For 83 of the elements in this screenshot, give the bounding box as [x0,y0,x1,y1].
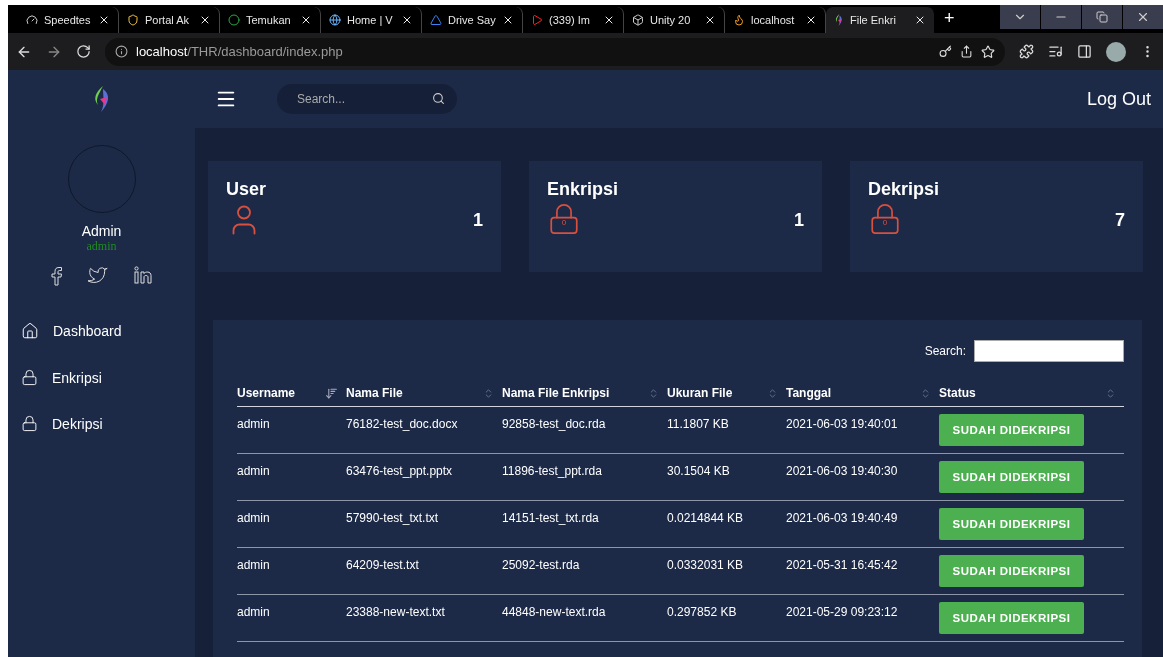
close-icon[interactable] [704,14,716,26]
globe-icon [329,14,341,26]
browser-tab[interactable]: File Enkri [826,7,934,33]
table-cell: 63476-test_ppt.pptx [346,453,502,501]
url-text: localhost/THR/dashboard/index.php [136,44,343,59]
column-header[interactable]: Ukuran File [667,380,786,407]
card-title: Enkripsi [547,179,620,200]
twitter-icon[interactable] [87,266,108,284]
linkedin-icon[interactable] [133,266,154,284]
close-icon[interactable] [401,14,413,26]
table-cell: admin [237,406,346,454]
table-cell: 76182-test_doc.docx [346,406,502,454]
table-cell: 92858-test_doc.rda [502,406,667,454]
table-cell: 14151-test_txt.rda [502,500,667,548]
share-icon[interactable] [960,45,973,58]
close-icon[interactable] [914,14,926,26]
side-panel-icon[interactable] [1077,44,1092,59]
home-icon [21,322,39,340]
extensions-icon[interactable] [1019,44,1034,59]
address-bar[interactable]: localhost/THR/dashboard/index.php [105,37,1005,66]
reload-icon[interactable] [76,44,91,59]
key-icon[interactable] [939,45,952,58]
table-cell: admin [237,453,346,501]
card-value: 1 [794,209,804,231]
nav-item[interactable]: Dashboard [21,322,195,340]
nav-item[interactable]: Dekripsi [21,415,195,432]
search-icon[interactable] [432,92,445,105]
close-icon[interactable] [300,14,312,26]
lock-icon [21,415,38,432]
nav-item[interactable]: Enkripsi [21,369,195,386]
logo-icon [834,13,844,27]
table-cell: 25092-test.rda [502,547,667,595]
triangle-icon [430,14,442,26]
logout-link[interactable]: Log Out [1086,88,1151,110]
card-title: Dekripsi [868,179,941,200]
lock-icon [21,369,38,386]
restore-icon [1096,11,1108,23]
table-search-field[interactable] [974,340,1124,362]
close-icon[interactable] [805,14,817,26]
close-icon[interactable] [603,14,615,26]
close-button[interactable] [1123,5,1163,29]
close-icon [1136,10,1150,24]
column-header[interactable]: Nama File [346,380,502,407]
gauge-icon [26,14,38,26]
table-cell: 11896-test_ppt.rda [502,453,667,501]
table-cell: 0.297852 KB [667,594,786,642]
search-label: Search: [924,344,966,358]
close-icon[interactable] [98,14,110,26]
table-cell: 57990-test_txt.txt [346,500,502,548]
column-header[interactable]: Tanggal [786,380,939,407]
close-icon[interactable] [199,14,211,26]
info-icon [115,45,128,58]
search-field[interactable]: Search... [277,84,457,114]
cube-icon [632,14,644,26]
table-cell: 30.1504 KB [667,453,786,501]
table-cell: admin [237,594,346,642]
column-header[interactable]: Status [939,380,1124,407]
table-cell: 0.0332031 KB [667,547,786,595]
close-icon[interactable] [502,14,514,26]
card-title: User [226,179,268,200]
restore-button[interactable] [1082,5,1122,29]
table-cell: 11.1807 KB [667,406,786,454]
circle-icon [228,14,240,26]
card-value: 1 [473,209,483,231]
user-name: Admin [81,223,122,239]
card-value: 7 [1115,209,1125,231]
facebook-icon[interactable] [49,266,62,286]
media-icon[interactable] [1048,44,1063,59]
play-icon [531,14,543,26]
table-cell: 23388-new-text.txt [346,594,502,642]
shield-icon [127,14,139,26]
table-cell: 0.0214844 KB [667,500,786,548]
table-cell: admin [237,547,346,595]
profile-avatar[interactable] [1106,41,1126,62]
new-tab-button[interactable]: + [944,8,955,29]
column-header[interactable]: Nama File Enkripsi [502,380,667,407]
table-cell: 44848-new-text.rda [502,594,667,642]
star-icon[interactable] [981,44,995,59]
user-login: admin [86,239,117,254]
table-cell: admin [237,500,346,548]
column-header[interactable]: Username [237,380,346,407]
table-cell: 64209-test.txt [346,547,502,595]
flame-icon [733,14,745,26]
